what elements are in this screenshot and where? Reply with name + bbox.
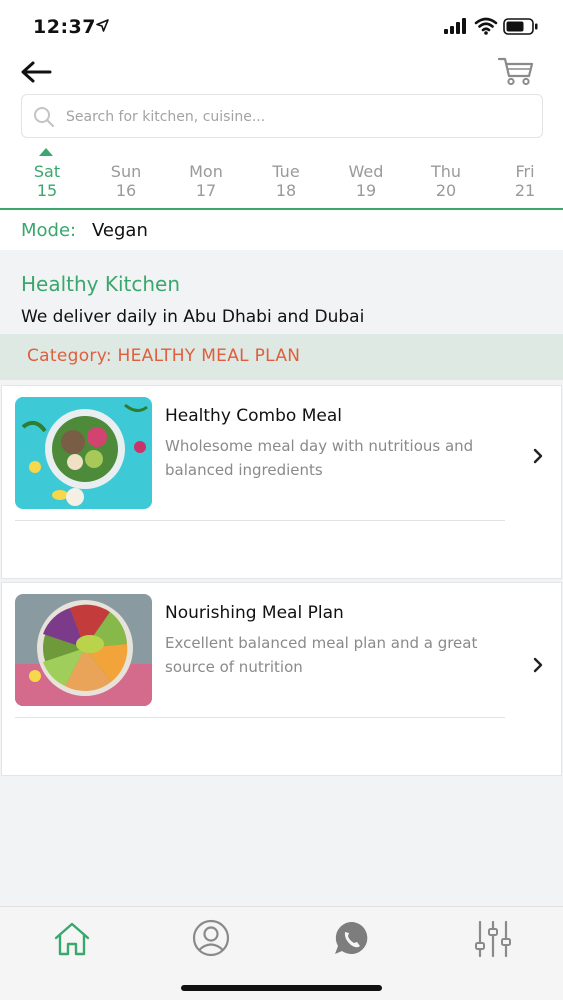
filter-settings-icon[interactable] [471, 919, 515, 959]
day-number: 18 [275, 181, 297, 200]
cart-icon[interactable] [496, 54, 536, 88]
card-divider [15, 520, 505, 521]
day-number: 15 [36, 181, 58, 200]
kitchen-name: Healthy Kitchen [21, 272, 181, 296]
day-number: 17 [195, 181, 217, 200]
day-tab-fri[interactable]: Fri 21 [490, 162, 560, 200]
category-bar: Category: HEALTHY MEAL PLAN [0, 334, 563, 380]
mode-label: Mode: [21, 220, 77, 241]
status-time: 12:37 [33, 16, 96, 38]
meal-title: Nourishing Meal Plan [165, 603, 344, 623]
selected-day-caret [39, 148, 53, 156]
card-divider [15, 717, 505, 718]
chat-icon[interactable] [330, 919, 374, 959]
profile-icon[interactable] [189, 919, 233, 959]
mode-value: Vegan [92, 220, 148, 241]
meal-description: Excellent balanced meal plan and a great… [165, 634, 478, 676]
day-tab-mon[interactable]: Mon 17 [171, 162, 241, 200]
day-name: Tue [272, 162, 300, 181]
home-indicator [181, 985, 382, 991]
battery-icon [503, 18, 538, 35]
day-name: Mon [189, 162, 223, 181]
meal-title: Healthy Combo Meal [165, 406, 342, 426]
search-box[interactable] [21, 94, 543, 138]
day-number: 19 [355, 181, 377, 200]
location-arrow-icon [96, 19, 109, 32]
day-name: Wed [348, 162, 384, 181]
meal-card-healthy-combo[interactable]: Healthy Combo Meal Wholesome meal day wi… [1, 385, 562, 579]
day-tab-sat[interactable]: Sat 15 [12, 162, 82, 200]
day-number: 16 [115, 181, 137, 200]
day-name: Thu [430, 162, 462, 181]
day-selector: Sat 15 Sun 16 Mon 17 Tue 18 Wed 19 Thu 2… [0, 162, 563, 208]
meal-description: Wholesome meal day with nutritious and b… [165, 437, 474, 479]
day-tab-wed[interactable]: Wed 19 [331, 162, 401, 200]
mode-bar[interactable]: Mode: Vegan [0, 210, 563, 250]
home-icon[interactable] [50, 919, 94, 959]
meal-card-nourishing-plan[interactable]: Nourishing Meal Plan Excellent balanced … [1, 582, 562, 776]
day-name: Sat [33, 162, 61, 181]
search-input[interactable] [66, 103, 526, 131]
status-bar: 12:37 [0, 0, 563, 52]
day-tab-sun[interactable]: Sun 16 [91, 162, 161, 200]
chevron-right-icon [533, 448, 543, 464]
kitchen-description: We deliver daily in Abu Dhabi and Dubai [21, 307, 365, 327]
day-name: Sun [110, 162, 142, 181]
day-number: 21 [514, 181, 536, 200]
back-arrow-icon[interactable] [18, 56, 58, 86]
category-label: Category: HEALTHY MEAL PLAN [27, 346, 301, 366]
day-number: 20 [435, 181, 457, 200]
meal-image-plate [15, 594, 152, 706]
day-tab-thu[interactable]: Thu 20 [411, 162, 481, 200]
cellular-signal-icon [444, 18, 466, 34]
meal-image-bowl [15, 397, 152, 509]
wifi-icon [474, 17, 498, 35]
day-tab-tue[interactable]: Tue 18 [251, 162, 321, 200]
app-screen: 12:37 Search for kitchen, cuisine... Sat… [0, 0, 563, 1000]
chevron-right-icon [533, 657, 543, 673]
search-icon [34, 107, 55, 128]
header: Sat 15 Sun 16 Mon 17 Tue 18 Wed 19 Thu 2… [0, 52, 563, 209]
day-name: Fri [515, 162, 535, 181]
